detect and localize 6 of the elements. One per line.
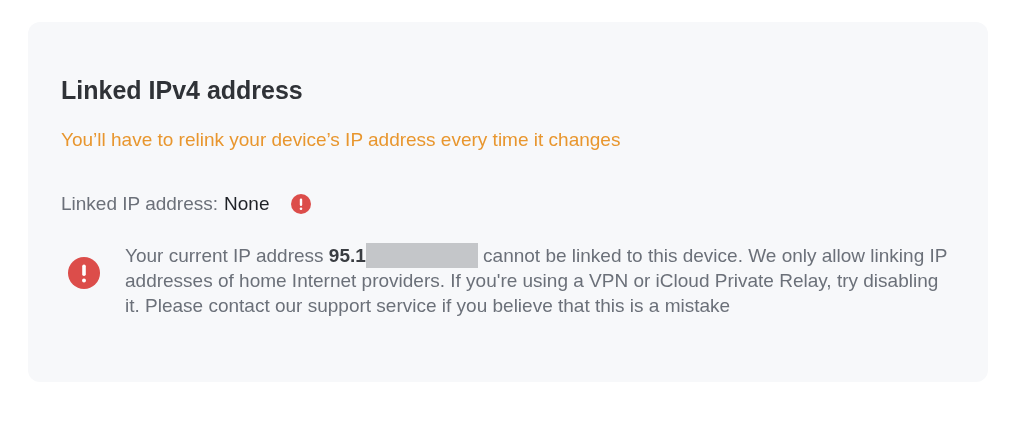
error-icon [68, 257, 100, 289]
linked-ip-label: Linked IP address: [61, 192, 219, 216]
card-title: Linked IPv4 address [61, 76, 304, 104]
linked-ip-value: None [224, 192, 270, 216]
alert-message: Your current IP address 95.1 cannot be linked to this device. We only allow linking IP addresses of home Internet providers. If you're using a VPN or iCloud Private Relay, try disabling it. Please contact our support service if you believe that this is a mistake [125, 243, 949, 318]
warning-text: You’ll have to relink your device’s IP address every time it changes [61, 128, 622, 152]
